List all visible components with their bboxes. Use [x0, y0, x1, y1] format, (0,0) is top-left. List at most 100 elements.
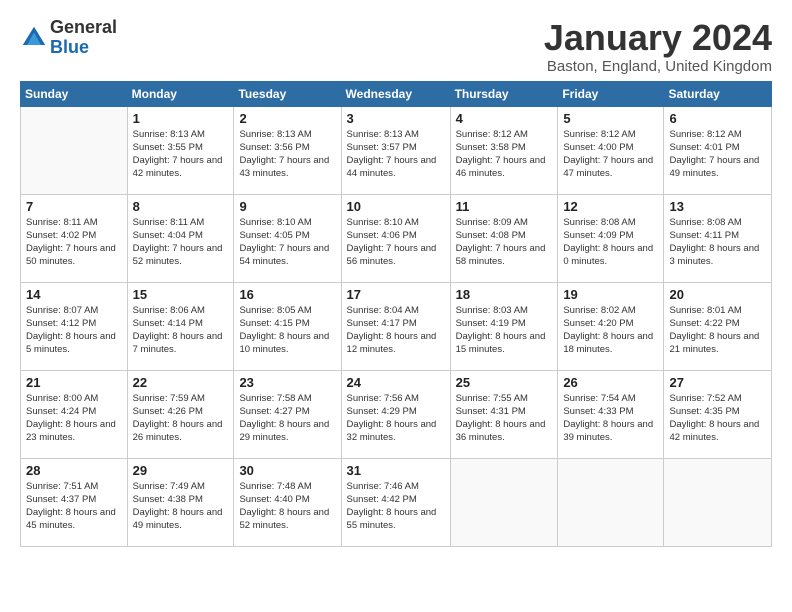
day-info: Sunrise: 8:12 AMSunset: 4:00 PMDaylight:… — [563, 128, 658, 181]
day-number: 3 — [347, 111, 445, 126]
calendar-cell: 20 Sunrise: 8:01 AMSunset: 4:22 PMDayligh… — [664, 282, 772, 370]
day-info: Sunrise: 8:11 AMSunset: 4:04 PMDaylight:… — [133, 216, 229, 269]
col-friday: Friday — [558, 81, 664, 106]
day-number: 21 — [26, 375, 122, 390]
calendar-cell: 14 Sunrise: 8:07 AMSunset: 4:12 PMDayligh… — [21, 282, 128, 370]
week-row-2: 7Sunrise: 8:11 AMSunset: 4:02 PMDaylight… — [21, 194, 772, 282]
day-info: Sunrise: 8:10 AMSunset: 4:05 PMDaylight:… — [239, 216, 335, 269]
day-number: 9 — [239, 199, 335, 214]
calendar-cell: 23 Sunrise: 7:58 AMSunset: 4:27 PMDayligh… — [234, 370, 341, 458]
day-number: 31 — [347, 463, 445, 478]
day-info: Sunrise: 7:48 AMSunset: 4:40 PMDaylight:… — [239, 480, 335, 533]
day-info: Sunrise: 8:09 AMSunset: 4:08 PMDaylight:… — [456, 216, 553, 269]
day-info: Sunrise: 8:11 AMSunset: 4:02 PMDaylight:… — [26, 216, 122, 269]
day-number: 13 — [669, 199, 766, 214]
day-number: 26 — [563, 375, 658, 390]
day-info: Sunrise: 7:58 AMSunset: 4:27 PMDaylight:… — [239, 392, 335, 445]
day-number: 6 — [669, 111, 766, 126]
day-info: Sunrise: 8:06 AMSunset: 4:14 PMDaylight:… — [133, 304, 229, 357]
calendar-cell: 27 Sunrise: 7:52 AMSunset: 4:35 PMDayligh… — [664, 370, 772, 458]
calendar-cell: 3Sunrise: 8:13 AMSunset: 3:57 PMDaylight… — [341, 106, 450, 194]
day-number: 28 — [26, 463, 122, 478]
day-info: Sunrise: 7:54 AMSunset: 4:33 PMDaylight:… — [563, 392, 658, 445]
day-number: 18 — [456, 287, 553, 302]
calendar-cell: 1 Sunrise: 8:13 AMSunset: 3:55 PMDaylight… — [127, 106, 234, 194]
week-row-5: 28 Sunrise: 7:51 AMSunset: 4:37 PMDayligh… — [21, 458, 772, 546]
day-number: 20 — [669, 287, 766, 302]
col-saturday: Saturday — [664, 81, 772, 106]
week-row-4: 21 Sunrise: 8:00 AMSunset: 4:24 PMDayligh… — [21, 370, 772, 458]
week-row-3: 14 Sunrise: 8:07 AMSunset: 4:12 PMDayligh… — [21, 282, 772, 370]
day-number: 25 — [456, 375, 553, 390]
page: General Blue January 2024 Baston, Englan… — [0, 0, 792, 612]
day-info: Sunrise: 8:02 AMSunset: 4:20 PMDaylight:… — [563, 304, 658, 357]
day-number: 14 — [26, 287, 122, 302]
day-info: Sunrise: 8:12 AMSunset: 3:58 PMDaylight:… — [456, 128, 553, 181]
calendar-cell: 9 Sunrise: 8:10 AMSunset: 4:05 PMDaylight… — [234, 194, 341, 282]
day-number: 15 — [133, 287, 229, 302]
day-number: 30 — [239, 463, 335, 478]
day-info: Sunrise: 8:07 AMSunset: 4:12 PMDaylight:… — [26, 304, 122, 357]
day-info: Sunrise: 8:12 AMSunset: 4:01 PMDaylight:… — [669, 128, 766, 181]
calendar-cell: 12 Sunrise: 8:08 AMSunset: 4:09 PMDayligh… — [558, 194, 664, 282]
calendar-cell: 18Sunrise: 8:03 AMSunset: 4:19 PMDayligh… — [450, 282, 558, 370]
day-info: Sunrise: 7:52 AMSunset: 4:35 PMDaylight:… — [669, 392, 766, 445]
day-info: Sunrise: 8:10 AMSunset: 4:06 PMDaylight:… — [347, 216, 445, 269]
day-info: Sunrise: 7:51 AMSunset: 4:37 PMDaylight:… — [26, 480, 122, 533]
header: General Blue January 2024 Baston, Englan… — [20, 18, 772, 75]
day-info: Sunrise: 8:13 AMSunset: 3:55 PMDaylight:… — [133, 128, 229, 181]
day-info: Sunrise: 8:01 AMSunset: 4:22 PMDaylight:… — [669, 304, 766, 357]
day-info: Sunrise: 8:13 AMSunset: 3:56 PMDaylight:… — [239, 128, 335, 181]
day-info: Sunrise: 7:59 AMSunset: 4:26 PMDaylight:… — [133, 392, 229, 445]
day-number: 2 — [239, 111, 335, 126]
calendar-cell: 15 Sunrise: 8:06 AMSunset: 4:14 PMDayligh… — [127, 282, 234, 370]
calendar-cell: 25 Sunrise: 7:55 AMSunset: 4:31 PMDayligh… — [450, 370, 558, 458]
day-number: 27 — [669, 375, 766, 390]
calendar-cell: 5Sunrise: 8:12 AMSunset: 4:00 PMDaylight… — [558, 106, 664, 194]
calendar-cell — [664, 458, 772, 546]
day-number: 19 — [563, 287, 658, 302]
day-number: 22 — [133, 375, 229, 390]
col-thursday: Thursday — [450, 81, 558, 106]
day-number: 23 — [239, 375, 335, 390]
week-row-1: 1 Sunrise: 8:13 AMSunset: 3:55 PMDaylight… — [21, 106, 772, 194]
day-number: 12 — [563, 199, 658, 214]
day-number: 11 — [456, 199, 553, 214]
day-number: 1 — [133, 111, 229, 126]
day-info: Sunrise: 8:08 AMSunset: 4:09 PMDaylight:… — [563, 216, 658, 269]
day-info: Sunrise: 8:00 AMSunset: 4:24 PMDaylight:… — [26, 392, 122, 445]
calendar-cell: 28 Sunrise: 7:51 AMSunset: 4:37 PMDayligh… — [21, 458, 128, 546]
col-sunday: Sunday — [21, 81, 128, 106]
calendar-cell: 21 Sunrise: 8:00 AMSunset: 4:24 PMDayligh… — [21, 370, 128, 458]
calendar-cell — [21, 106, 128, 194]
day-info: Sunrise: 7:55 AMSunset: 4:31 PMDaylight:… — [456, 392, 553, 445]
calendar-cell: 19 Sunrise: 8:02 AMSunset: 4:20 PMDayligh… — [558, 282, 664, 370]
day-number: 10 — [347, 199, 445, 214]
calendar-cell — [450, 458, 558, 546]
day-info: Sunrise: 8:08 AMSunset: 4:11 PMDaylight:… — [669, 216, 766, 269]
header-row: Sunday Monday Tuesday Wednesday Thursday… — [21, 81, 772, 106]
day-number: 16 — [239, 287, 335, 302]
day-info: Sunrise: 8:05 AMSunset: 4:15 PMDaylight:… — [239, 304, 335, 357]
title-block: January 2024 Baston, England, United Kin… — [544, 18, 772, 75]
calendar-cell: 30 Sunrise: 7:48 AMSunset: 4:40 PMDayligh… — [234, 458, 341, 546]
calendar-cell: 22 Sunrise: 7:59 AMSunset: 4:26 PMDayligh… — [127, 370, 234, 458]
calendar-cell: 13 Sunrise: 8:08 AMSunset: 4:11 PMDayligh… — [664, 194, 772, 282]
logo-icon — [20, 24, 48, 52]
logo-blue: Blue — [50, 37, 89, 57]
calendar-cell: 31Sunrise: 7:46 AMSunset: 4:42 PMDayligh… — [341, 458, 450, 546]
calendar-table: Sunday Monday Tuesday Wednesday Thursday… — [20, 81, 772, 547]
calendar-cell: 24Sunrise: 7:56 AMSunset: 4:29 PMDayligh… — [341, 370, 450, 458]
logo-text: General Blue — [50, 18, 117, 58]
calendar-cell: 8 Sunrise: 8:11 AMSunset: 4:04 PMDaylight… — [127, 194, 234, 282]
calendar-cell: 17Sunrise: 8:04 AMSunset: 4:17 PMDayligh… — [341, 282, 450, 370]
day-number: 24 — [347, 375, 445, 390]
calendar-cell: 16 Sunrise: 8:05 AMSunset: 4:15 PMDayligh… — [234, 282, 341, 370]
day-info: Sunrise: 8:04 AMSunset: 4:17 PMDaylight:… — [347, 304, 445, 357]
day-number: 4 — [456, 111, 553, 126]
day-number: 8 — [133, 199, 229, 214]
calendar-cell: 26 Sunrise: 7:54 AMSunset: 4:33 PMDayligh… — [558, 370, 664, 458]
day-number: 29 — [133, 463, 229, 478]
col-monday: Monday — [127, 81, 234, 106]
calendar-title: January 2024 — [544, 18, 772, 58]
